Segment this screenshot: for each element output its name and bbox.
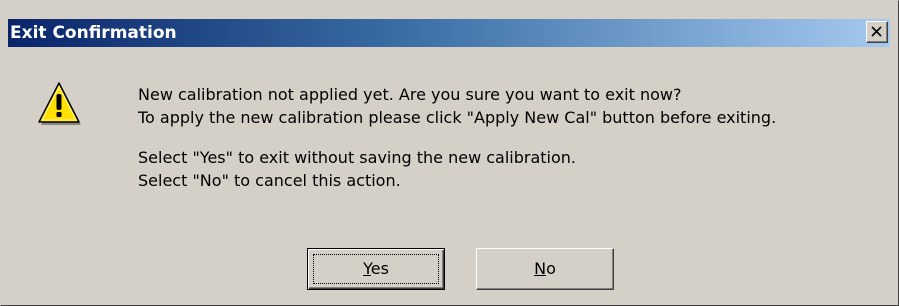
no-button[interactable]: No (476, 248, 614, 290)
message-text: New calibration not applied yet. Are you… (138, 83, 776, 192)
warning-icon (35, 81, 83, 129)
no-button-label: No (534, 259, 556, 278)
yes-button[interactable]: Yes (307, 248, 445, 290)
message-line: Select "Yes" to exit without saving the … (138, 148, 576, 167)
close-button[interactable] (866, 21, 888, 43)
yes-button-label: Yes (363, 259, 389, 278)
message-line: New calibration not applied yet. Are you… (138, 85, 682, 104)
exit-confirmation-dialog: Exit Confirmation New calibration not ap… (0, 0, 899, 306)
close-icon (871, 26, 882, 37)
message-line: To apply the new calibration please clic… (138, 108, 777, 127)
message-line: Select "No" to cancel this action. (138, 171, 401, 190)
title-bar[interactable]: Exit Confirmation (8, 19, 890, 47)
window-title: Exit Confirmation (10, 23, 177, 43)
